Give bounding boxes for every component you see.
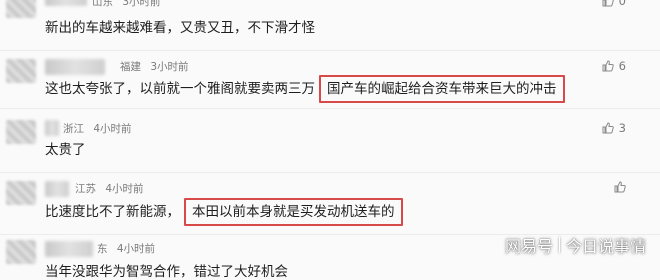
like-count: 0 — [618, 0, 626, 8]
comment-text: 新出的车越来越难看，又贵又丑，不下滑才怪 — [45, 20, 315, 36]
comment-text: 太贵了 — [45, 142, 86, 158]
highlight-box: 国产车的崛起给合资车带来巨大的冲击 — [319, 75, 565, 103]
username-blurred[interactable] — [45, 241, 93, 257]
comment-meta: 江苏 4小时前 — [75, 181, 150, 196]
thumbs-up-icon — [602, 0, 614, 7]
comment-text: 比速度比不了新能源， 本田以前本身就是买发动机送车的 — [45, 198, 403, 226]
thumbs-up-icon — [614, 181, 626, 193]
avatar[interactable] — [6, 240, 36, 264]
like-button[interactable]: 6 — [602, 59, 626, 73]
watermark-channel: 今日说事情 — [565, 237, 646, 256]
comment-meta: 浙江 4小时前 — [63, 121, 138, 136]
comment-time: 4小时前 — [105, 183, 144, 195]
username-blurred[interactable] — [45, 0, 87, 6]
watermark: 网易号 今日说事情 — [505, 233, 646, 257]
comment-text: 这也太夸张了，以前就一个雅阁就要卖两三万 国产车的崛起给合资车带来巨大的冲击 — [45, 75, 565, 103]
comment-meta: 福建 3小时前 — [120, 59, 195, 74]
comment-item: 福建 3小时前 6 这也太夸张了，以前就一个雅阁就要卖两三万 国产车的崛起给合资车… — [0, 57, 660, 107]
comment-location: 江苏 — [75, 183, 96, 195]
comment-meta: 山东 3小时前 — [92, 0, 167, 9]
comment-location: 浙江 — [63, 123, 84, 135]
avatar[interactable] — [6, 0, 36, 18]
like-button[interactable]: 0 — [602, 0, 626, 8]
comment-item: 江苏 4小时前 比速度比不了新能源， 本田以前本身就是买发动机送车的 — [0, 180, 660, 230]
avatar[interactable] — [6, 181, 36, 205]
comment-time: 3小时前 — [150, 61, 189, 73]
username-blurred[interactable] — [45, 181, 69, 197]
like-button[interactable] — [614, 181, 626, 193]
like-button[interactable]: 3 — [602, 121, 626, 135]
comment-meta: 东 4小时前 — [97, 241, 161, 256]
watermark-divider — [558, 237, 560, 253]
comment-item: 山东 3小时前 0 新出的车越来越难看，又贵又丑，不下滑才怪 — [0, 0, 660, 44]
comment-item: 浙江 4小时前 3 太贵了 — [0, 118, 660, 168]
comment-time: 4小时前 — [93, 123, 132, 135]
watermark-brand: 网易号 — [504, 237, 553, 256]
comment-location: 东 — [97, 243, 108, 255]
divider — [0, 172, 660, 173]
comment-text: 当年没跟华为智驾合作，错过了大好机会 — [45, 264, 288, 280]
comment-time: 3小时前 — [122, 0, 161, 8]
avatar[interactable] — [6, 59, 36, 83]
username-blurred[interactable] — [45, 120, 59, 136]
like-count: 6 — [618, 59, 626, 73]
divider — [0, 108, 660, 109]
comment-location: 山东 — [92, 0, 113, 8]
thumbs-up-icon — [602, 60, 614, 72]
avatar[interactable] — [6, 120, 36, 144]
comment-time: 4小时前 — [116, 243, 156, 255]
divider — [0, 50, 660, 51]
like-count: 3 — [618, 121, 626, 135]
comment-location: 福建 — [120, 61, 141, 73]
username-blurred[interactable] — [45, 59, 105, 75]
highlight-box: 本田以前本身就是买发动机送车的 — [184, 198, 403, 226]
thumbs-up-icon — [602, 122, 614, 134]
